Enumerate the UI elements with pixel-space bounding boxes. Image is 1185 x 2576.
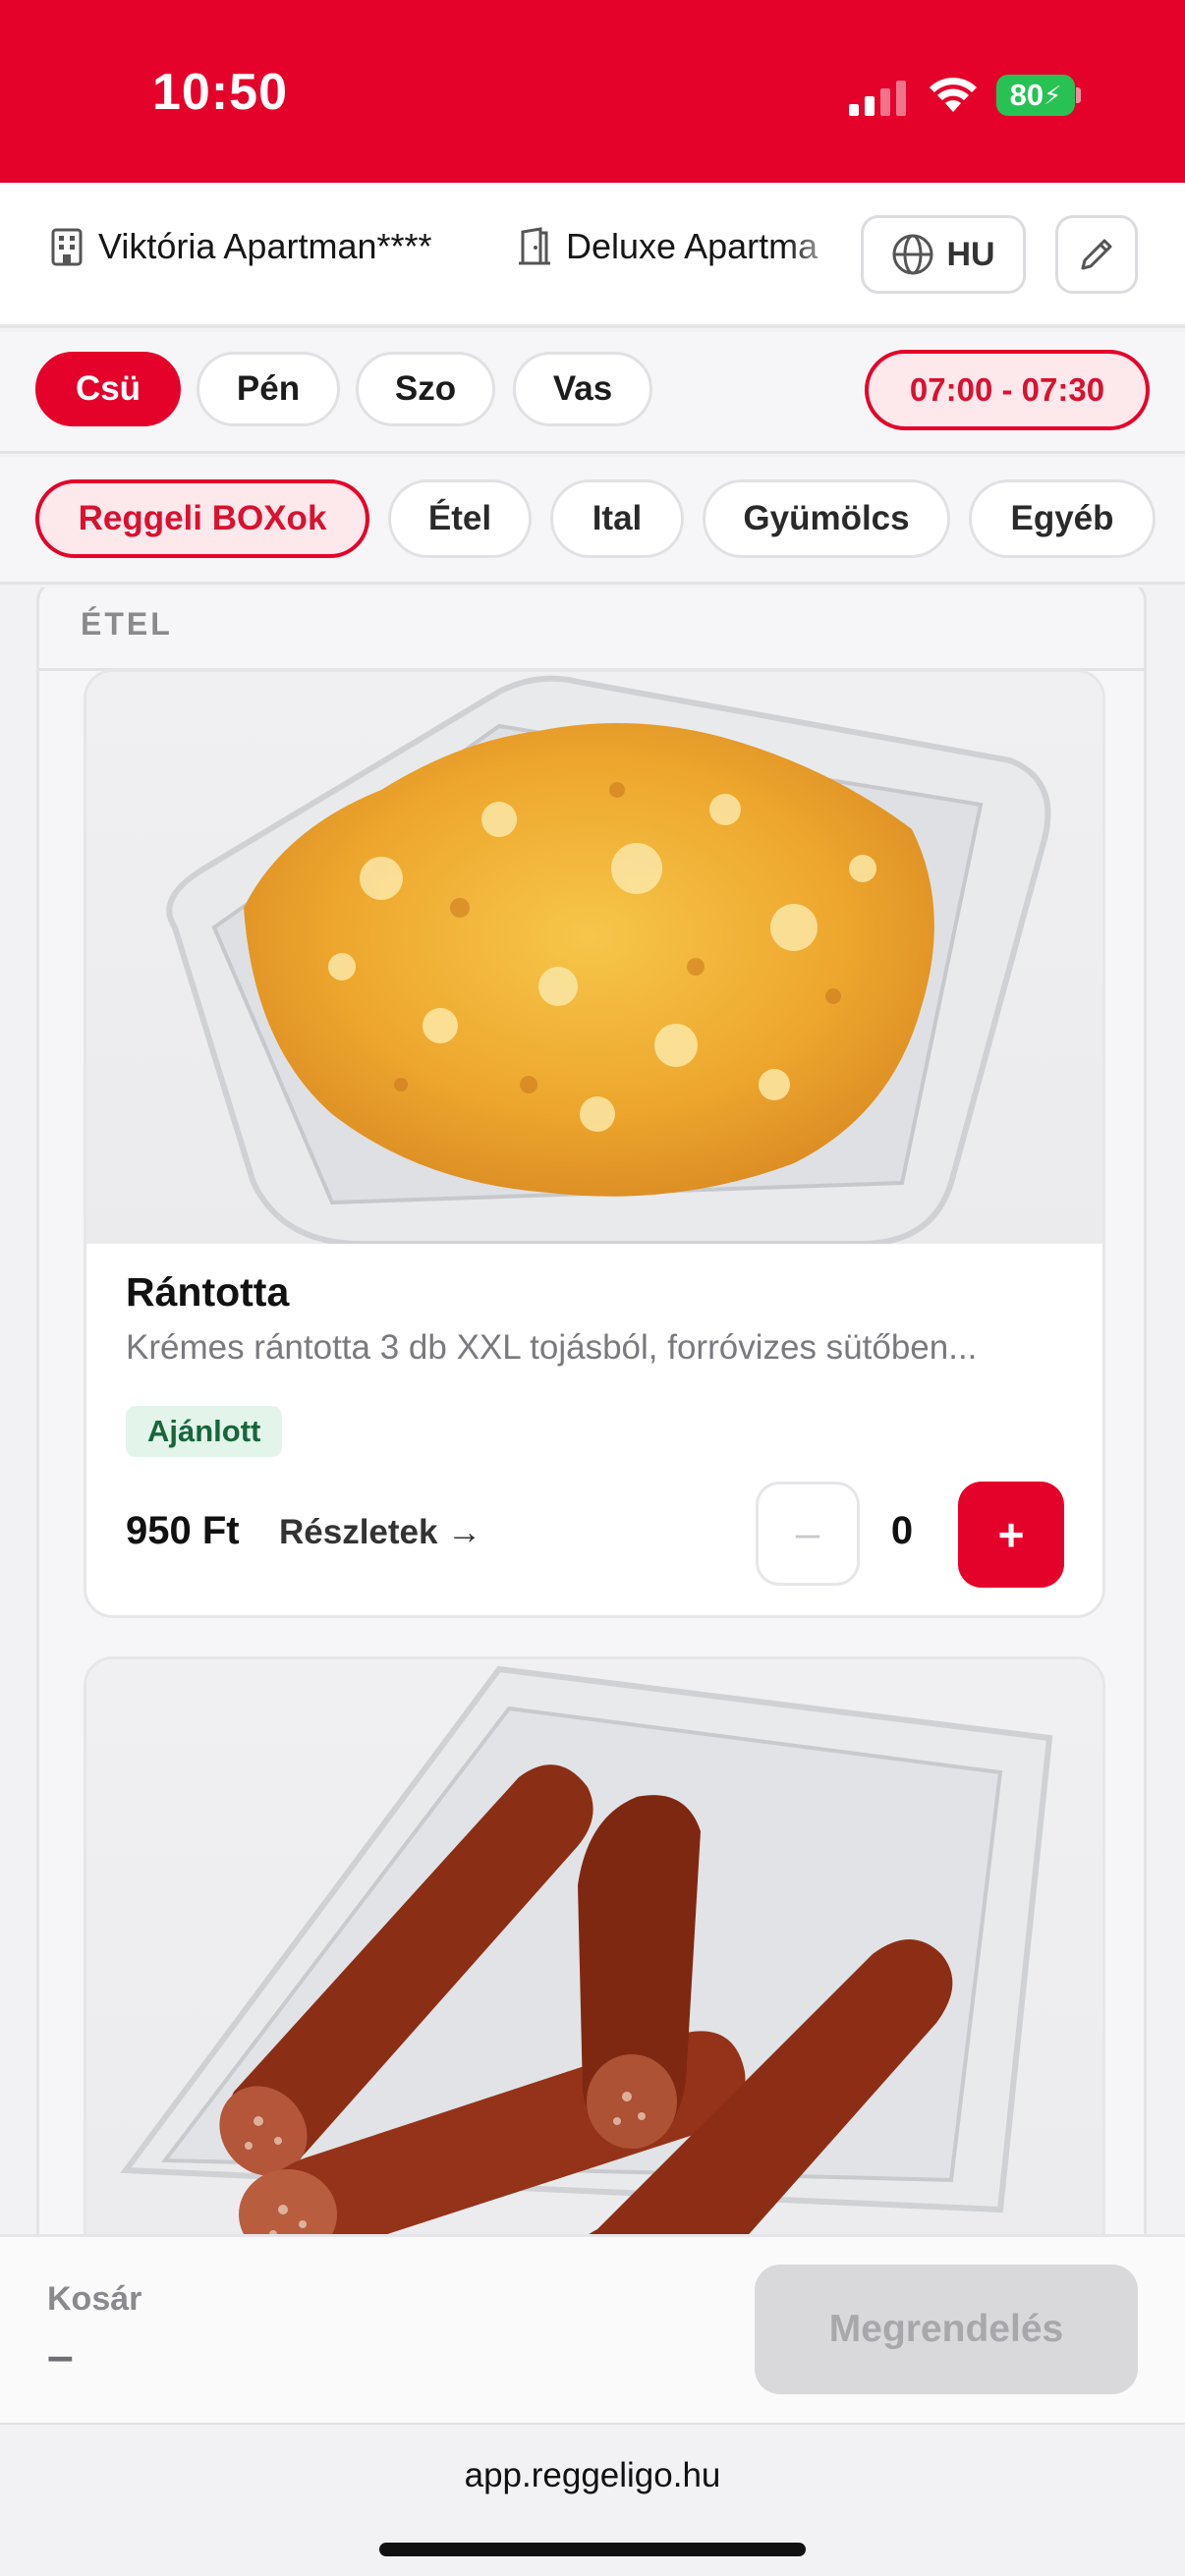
category-row: Reggeli BOXok Étel Ital Gyümölcs Egyéb (0, 457, 1185, 585)
edit-button[interactable] (1055, 215, 1138, 294)
quantity-value: 0 (890, 1509, 914, 1552)
time-slot-chip[interactable]: 07:00 - 07:30 (865, 350, 1150, 430)
language-button[interactable]: HU (861, 215, 1026, 294)
details-link[interactable]: Részletek → (279, 1513, 481, 1552)
product-card[interactable] (84, 1656, 1105, 2234)
property-header: Viktória Apartman**** Deluxe Apartma HU (0, 183, 1185, 328)
order-button[interactable]: Megrendelés (755, 2265, 1138, 2394)
category-gyumolcs[interactable]: Gyümölcs (703, 479, 950, 558)
section-etel: ÉTEL Rántotta Krémes rántotta 3 db XXL t… (36, 588, 1147, 2234)
browser-url-bar[interactable]: app.reggeligo.hu (0, 2423, 1185, 2576)
minus-icon: – (795, 1509, 820, 1557)
scrambled-eggs-image (166, 675, 1051, 1244)
category-ital[interactable]: Ital (550, 479, 684, 558)
home-indicator[interactable] (379, 2543, 806, 2556)
category-reggeli-boxok[interactable]: Reggeli BOXok (35, 479, 369, 558)
day-chip-vas[interactable]: Vas (513, 352, 652, 426)
product-image-scrambled-eggs[interactable] (86, 672, 1102, 1244)
scroll-fade (786, 212, 845, 291)
product-description: Krémes rántotta 3 db XXL tojásból, forró… (126, 1328, 978, 1367)
property-name-1: Viktória Apartman**** (98, 226, 432, 266)
plus-icon: + (997, 1509, 1025, 1560)
language-label: HU (946, 235, 995, 273)
signal-icon (849, 81, 906, 116)
decrease-quantity-button[interactable]: – (756, 1482, 860, 1586)
pencil-icon (1081, 239, 1112, 270)
category-etel[interactable]: Étel (388, 479, 532, 558)
battery-charging-icon: 80 ⚡ (996, 75, 1075, 116)
cart-total: – (47, 2330, 74, 2382)
product-image-sausage[interactable] (86, 1659, 1102, 2234)
globe-icon (892, 234, 933, 275)
category-egyeb[interactable]: Egyéb (969, 479, 1156, 558)
product-card[interactable]: Rántotta Krémes rántotta 3 db XXL tojásb… (84, 669, 1105, 1618)
section-title: ÉTEL (81, 606, 173, 642)
day-chip-csu[interactable]: Csü (35, 352, 181, 426)
url-text[interactable]: app.reggeligo.hu (0, 2456, 1185, 2495)
property-name-2: Deluxe Apartma (566, 226, 818, 266)
increase-quantity-button[interactable]: + (958, 1482, 1064, 1588)
status-bar: 10:50 80 ⚡ (0, 0, 1185, 183)
product-price: 950 Ft (126, 1509, 240, 1552)
battery-cap (1076, 87, 1081, 103)
building-icon (51, 228, 83, 266)
property-selector-1[interactable]: Viktória Apartman**** (49, 226, 432, 267)
cart-bar: Kosár – Megrendelés (0, 2234, 1185, 2423)
product-list[interactable]: ÉTEL Rántotta Krémes rántotta 3 db XXL t… (0, 588, 1185, 2234)
day-chip-pen[interactable]: Pén (197, 352, 340, 426)
door-icon (519, 227, 550, 265)
property-selector-2[interactable]: Deluxe Apartma (517, 226, 831, 267)
status-time: 10:50 (152, 64, 288, 121)
battery-level: 80 (1009, 78, 1044, 112)
product-title: Rántotta (126, 1269, 290, 1315)
cart-label: Kosár (47, 2280, 142, 2318)
section-header: ÉTEL (39, 588, 1144, 671)
day-chip-szo[interactable]: Szo (356, 352, 495, 426)
wifi-icon (930, 78, 977, 112)
recommended-badge: Ajánlott (126, 1406, 283, 1457)
sausage-image (120, 1665, 1053, 2234)
